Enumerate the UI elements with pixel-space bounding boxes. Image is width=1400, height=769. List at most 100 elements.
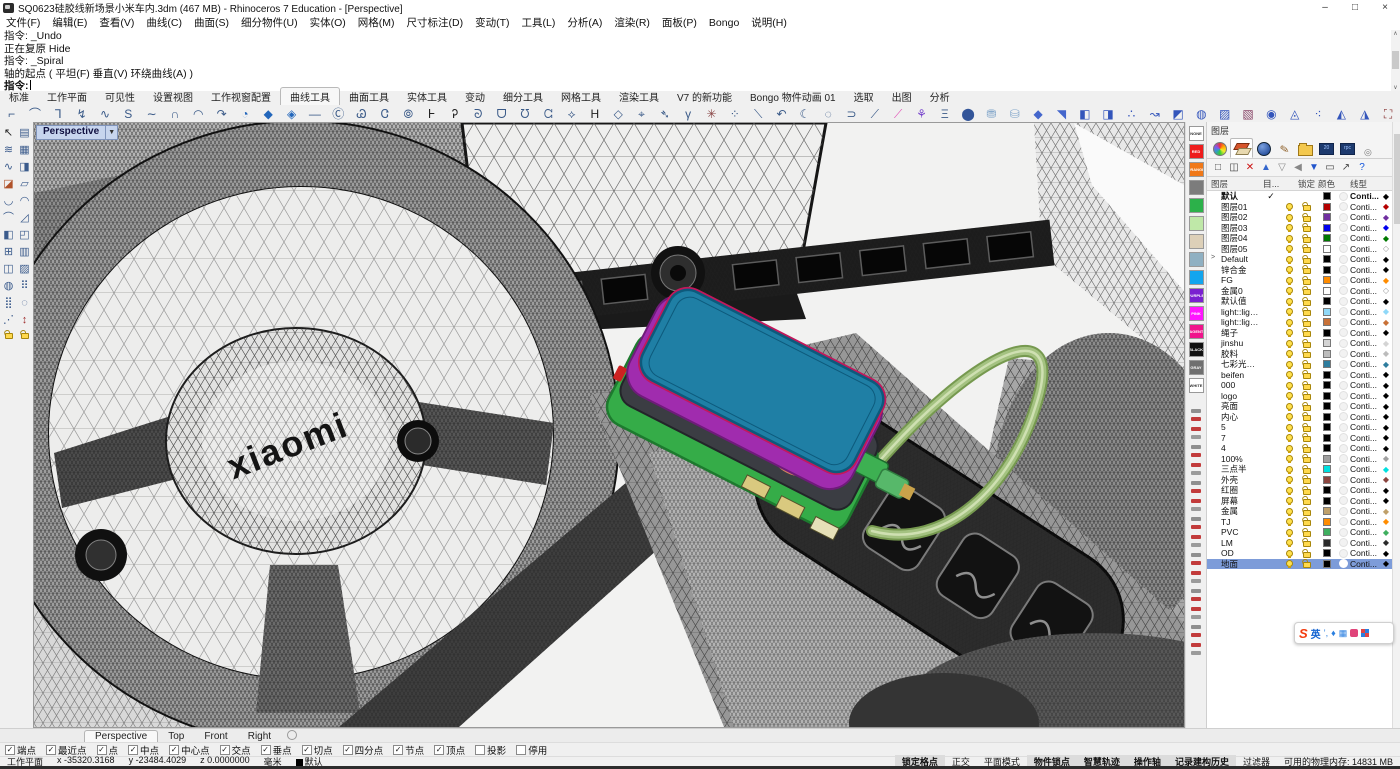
twist-icon[interactable]: ◧ [1, 227, 17, 244]
waves-icon[interactable]: ∿ [1, 159, 17, 176]
layer-linetype[interactable]: Conti... [1350, 527, 1380, 537]
layer-linetype[interactable]: Conti... [1350, 202, 1380, 212]
osnap-停用[interactable]: 停用 [516, 743, 547, 757]
print-color-diamond[interactable]: ◆ [1380, 297, 1392, 306]
analyze-open-icon[interactable]: ⛶ [1376, 106, 1399, 122]
curve-boolean-icon[interactable]: ➴ [653, 106, 676, 122]
layer-material[interactable] [1337, 276, 1350, 285]
pen-icon[interactable]: ⟋ [886, 106, 909, 122]
interpcrv-icon[interactable]: ∿ [93, 106, 116, 122]
print-color-diamond[interactable]: ◆ [1380, 496, 1392, 505]
layer-visibility-toggle[interactable] [1281, 214, 1297, 221]
menu-尺寸标注(D)[interactable]: 尺寸标注(D) [401, 15, 470, 30]
column-header-锁定[interactable]: 锁定 [1297, 178, 1316, 190]
layer-visibility-toggle[interactable] [1281, 550, 1297, 557]
layer-material[interactable] [1337, 328, 1350, 337]
swatch-purple[interactable]: PURPLE [1189, 288, 1204, 303]
layer-material[interactable] [1337, 234, 1350, 243]
extract-wire-icon[interactable]: ↶ [770, 106, 793, 122]
bongo-joint-1-icon[interactable] [1189, 426, 1203, 440]
layer-visibility-toggle[interactable] [1281, 298, 1297, 305]
column-header-图层[interactable]: 图层 [1207, 178, 1261, 190]
layer-visibility-toggle[interactable] [1281, 224, 1297, 231]
arc-icon[interactable]: ∩ [163, 106, 186, 122]
layer-row-默认值[interactable]: 默认值Conti...◆ [1207, 296, 1392, 307]
analyze-dir-icon[interactable]: ◮ [1353, 106, 1376, 122]
swatch-white[interactable]: WHITE [1189, 378, 1204, 393]
layer-color-swatch[interactable] [1316, 234, 1337, 242]
swatch-steel-blue[interactable] [1189, 252, 1204, 267]
axis-points-icon[interactable]: ↕ [17, 312, 33, 329]
layer-material[interactable] [1337, 412, 1350, 421]
layer-color-swatch[interactable] [1316, 539, 1337, 547]
layer-row-七彩光发光[interactable]: 七彩光发光Conti...◆ [1207, 359, 1392, 370]
layer-linetype[interactable]: Conti... [1350, 328, 1380, 338]
layer-color-swatch[interactable] [1316, 245, 1337, 253]
layer-visibility-toggle[interactable] [1281, 382, 1297, 389]
conic-icon[interactable]: ◆ [257, 106, 280, 122]
analyze-slash-icon[interactable]: ▧ [1236, 106, 1259, 122]
menu-网格(M)[interactable]: 网格(M) [352, 15, 401, 30]
layer-visibility-toggle[interactable] [1281, 245, 1297, 252]
layer-lock-toggle[interactable] [1297, 538, 1316, 547]
layer-linetype[interactable]: Conti... [1350, 275, 1380, 285]
window-icon[interactable]: ▥ [17, 244, 33, 261]
layer-material[interactable] [1337, 465, 1350, 474]
delete-layer-icon[interactable]: ✕ [1243, 161, 1257, 175]
menu-变动(T)[interactable]: 变动(T) [469, 15, 515, 30]
layer-row-PVC[interactable]: PVCConti...◆ [1207, 527, 1392, 538]
lock-closed-icon[interactable] [1, 329, 17, 346]
layer-row-内心[interactable]: 内心Conti...◆ [1207, 412, 1392, 423]
silhouette-icon[interactable]: ◌ [816, 106, 839, 122]
menu-曲面(S)[interactable]: 曲面(S) [188, 15, 235, 30]
named-view-icon[interactable]: ⬤ [956, 106, 979, 122]
layer-lock-toggle[interactable] [1297, 559, 1316, 568]
checkbox-停用[interactable] [516, 745, 526, 755]
layer-row-beifen[interactable]: beifenConti...◆ [1207, 370, 1392, 381]
layer-visibility-toggle[interactable] [1281, 497, 1297, 504]
layer-color-swatch[interactable] [1316, 392, 1337, 400]
analyze-box-3-icon[interactable]: ◩ [1166, 106, 1189, 122]
tab-标准[interactable]: 标准 [0, 88, 38, 105]
command-history[interactable]: 指令: _Undo正在复原 Hide指令: _Spiral轴的起点 ( 平坦(F… [0, 30, 1400, 92]
layer-lock-toggle[interactable] [1297, 349, 1316, 358]
layer-linetype[interactable]: Conti... [1350, 454, 1380, 464]
viewport-title-chip[interactable]: Perspective ▼ [36, 125, 118, 140]
match-layer-icon[interactable]: ▭ [1323, 161, 1337, 175]
bongo-axle-icon[interactable] [1189, 516, 1203, 530]
dot-circle-icon[interactable]: ◌ [17, 295, 33, 312]
close-button[interactable]: × [1370, 0, 1400, 15]
layer-material[interactable] [1337, 381, 1350, 390]
layer-row-5[interactable]: 5Conti...◆ [1207, 422, 1392, 433]
point-chain-icon[interactable]: ⋰ [1, 312, 17, 329]
new-sublayer-icon[interactable]: ◫ [1227, 161, 1241, 175]
layer-color-swatch[interactable] [1316, 224, 1337, 232]
pointer-icon[interactable]: ↖ [1, 125, 17, 142]
layer-linetype[interactable]: Conti... [1350, 223, 1380, 233]
scroll-up-icon[interactable]: ∧ [1391, 30, 1400, 37]
collapse-icon[interactable]: ◀ [1291, 161, 1305, 175]
print-color-diamond[interactable]: ◆ [1380, 507, 1392, 516]
print-color-diamond[interactable]: ◆ [1380, 381, 1392, 390]
surface-point-icon[interactable]: ◨ [17, 159, 33, 176]
swatch-none[interactable]: NONE [1189, 126, 1204, 141]
print-color-diamond[interactable]: ◆ [1380, 349, 1392, 358]
layer-color-swatch[interactable] [1316, 423, 1337, 431]
layer-lock-toggle[interactable] [1297, 265, 1316, 274]
layer-visibility-toggle[interactable] [1281, 203, 1297, 210]
bongo-rail-icon[interactable] [1189, 462, 1203, 476]
mic-icon[interactable]: ♦ [1331, 628, 1336, 638]
layer-lock-toggle[interactable] [1297, 507, 1316, 516]
fillet-icon[interactable]: Ꮀ [420, 106, 443, 122]
dash-icon[interactable]: — [303, 106, 326, 122]
current-layer-check[interactable]: ✓ [1261, 191, 1281, 202]
print-color-diamond[interactable]: ◆ [1380, 339, 1392, 348]
menu-查看(V)[interactable]: 查看(V) [93, 15, 140, 30]
layer-color-swatch[interactable] [1316, 192, 1337, 200]
layer-visibility-toggle[interactable] [1281, 455, 1297, 462]
layer-visibility-toggle[interactable] [1281, 445, 1297, 452]
layer-linetype[interactable]: Conti... [1350, 559, 1380, 569]
layer-color-swatch[interactable] [1316, 276, 1337, 284]
layer-lock-toggle[interactable] [1297, 255, 1316, 264]
layer-lock-toggle[interactable] [1297, 475, 1316, 484]
